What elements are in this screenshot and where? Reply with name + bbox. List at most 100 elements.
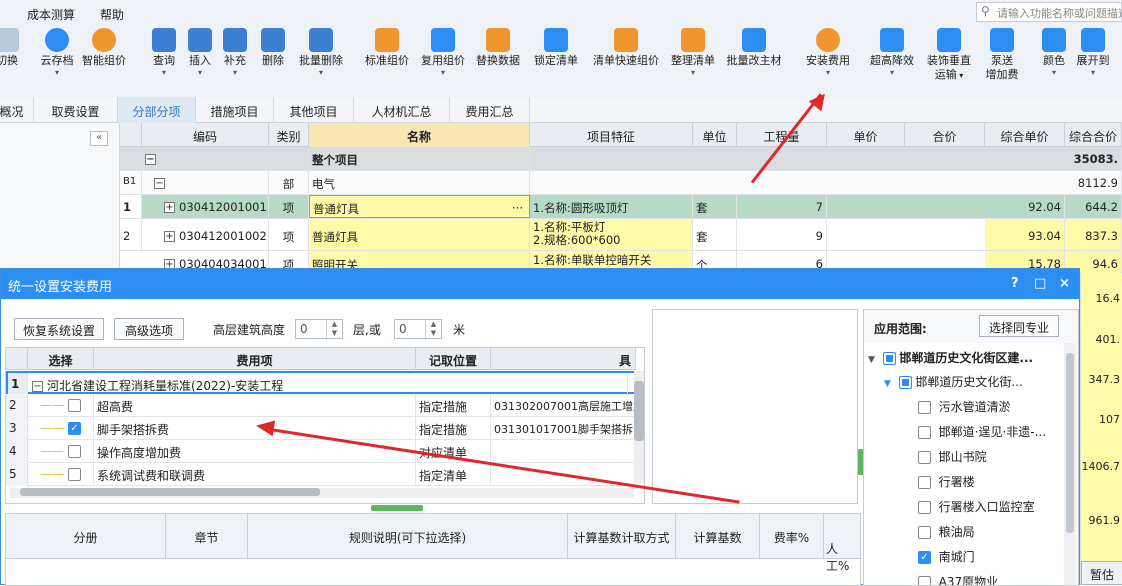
tree-checkbox[interactable] [918, 501, 931, 514]
organize-list-button[interactable]: 整理清单 ▾ [668, 28, 718, 77]
install-fee-button[interactable]: 安装费用 ▾ [802, 28, 854, 77]
expand-toggle[interactable]: + [164, 231, 175, 242]
cloud-save-button[interactable]: 云存档 ▾ [37, 28, 77, 77]
tree-node[interactable]: 邯郸道·逞见·非遗-... [918, 423, 1046, 440]
table-row[interactable]: B1 − 部 电气 8112.9 [120, 171, 1122, 195]
tree-node[interactable]: ▼ 邯郸道历史文化街区建... [868, 349, 1033, 366]
tree-node[interactable]: A37原物业 [918, 573, 998, 585]
advanced-options-button[interactable]: 高级选项 [114, 318, 184, 340]
replace-data-button[interactable]: 替换数据 [473, 28, 523, 68]
smart-pricing-button[interactable]: 智能组价 [80, 28, 128, 68]
tree-checkbox[interactable] [918, 476, 931, 489]
height-efficiency-button[interactable]: 超高降效 ▾ [866, 28, 918, 77]
fee-checkbox[interactable] [67, 468, 81, 481]
splitter-handle-horizontal[interactable] [371, 505, 423, 511]
table-row[interactable]: 1 +030412001001 项 普通灯具 ··· 1.名称:圆形吸顶灯 套 7… [120, 195, 1122, 219]
fee-checkbox[interactable] [67, 399, 81, 412]
switch-button[interactable]: 切换 [0, 28, 22, 68]
vertical-transport-button[interactable]: 装饰垂直 运输 ▾ [923, 28, 975, 83]
caret-down-icon[interactable]: ▼ [884, 379, 891, 389]
tab-overview[interactable]: 概况 [0, 97, 34, 123]
tree-checkbox[interactable] [918, 451, 931, 464]
col-position[interactable]: 记取位置 [416, 348, 491, 370]
col-composite-total[interactable]: 综合合价 [1065, 123, 1122, 147]
menu-cost-estimate[interactable]: 成本测算 [27, 6, 75, 23]
temp-estimate-button[interactable]: 暂估 [1081, 561, 1122, 585]
tree-node[interactable]: 行署楼 [918, 473, 975, 490]
col-type[interactable]: 类别 [269, 123, 309, 147]
collapse-toggle[interactable]: − [145, 154, 156, 165]
col-name[interactable]: 名称 [309, 123, 530, 147]
col-rate[interactable]: 费率% [760, 514, 824, 559]
tab-labor-material-summary[interactable]: 人材机汇总 [354, 97, 450, 123]
col-feature[interactable]: 项目特征 [530, 123, 693, 147]
search-input[interactable]: ⚲ 请输入功能名称或问题描述 [976, 2, 1122, 22]
fee-row[interactable]: 5 —— 系统调试费和联调费 指定清单 [6, 463, 636, 486]
help-icon[interactable]: ? [1011, 276, 1019, 291]
col-base[interactable]: 计算基数 [676, 514, 760, 559]
col-detail[interactable]: 具 [491, 348, 636, 370]
collapse-toggle[interactable]: − [154, 178, 165, 189]
col-unit[interactable]: 单位 [693, 123, 737, 147]
tree-node[interactable]: ✓ 南城门 [918, 548, 975, 565]
col-labor[interactable]: 人工% [824, 514, 860, 573]
select-same-major-button[interactable]: 选择同专业 [979, 315, 1059, 337]
standard-pricing-button[interactable]: 标准组价 [362, 28, 412, 68]
batch-main-material-button[interactable]: 批量改主材 [722, 28, 786, 68]
scope-scrollbar[interactable] [1064, 343, 1076, 585]
expand-toggle[interactable]: + [164, 202, 175, 213]
col-chapter[interactable]: 章节 [166, 514, 248, 559]
delete-button[interactable]: 删除 [260, 28, 286, 68]
lock-list-button[interactable]: 锁定清单 [531, 28, 581, 68]
tree-node[interactable]: 行署楼入口监控室 [918, 498, 1035, 515]
tree-node[interactable]: 邯山书院 [918, 448, 987, 465]
height-stepper[interactable]: ▲ ▼ [326, 320, 342, 340]
tree-checkbox[interactable] [918, 526, 931, 539]
col-unit-price[interactable]: 单价 [827, 123, 905, 147]
fee-checkbox-checked[interactable]: ✓ [67, 422, 81, 435]
tab-fee-settings[interactable]: 取费设置 [34, 97, 118, 123]
col-composite-price[interactable]: 综合单价 [985, 123, 1065, 147]
tree-checkbox[interactable] [918, 401, 931, 414]
caret-down-icon[interactable]: ▼ [868, 355, 875, 365]
table-row[interactable]: − 整个项目 35083. [120, 147, 1122, 171]
batch-delete-button[interactable]: 批量删除 ▾ [296, 28, 346, 77]
collapse-toggle[interactable]: − [32, 381, 43, 392]
meter-stepper[interactable]: ▲ ▼ [425, 320, 441, 340]
col-rule[interactable]: 规则说明(可下拉选择) [248, 514, 568, 559]
horizontal-scrollbar[interactable] [10, 488, 634, 498]
expand-to-button[interactable]: 展开到 ▾ [1073, 28, 1113, 77]
tab-other-items[interactable]: 其他项目 [274, 97, 354, 123]
col-volume[interactable]: 分册 [6, 514, 166, 559]
tree-checkbox-partial[interactable] [898, 376, 912, 389]
tab-measures[interactable]: 措施项目 [196, 97, 274, 123]
fee-checkbox[interactable] [67, 445, 81, 458]
fee-row[interactable]: 4 —— 操作高度增加费 对应清单 [6, 440, 636, 463]
table-row[interactable]: 2 +030412001002 项 普通灯具 1.名称:平板灯 2.规格:600*… [120, 219, 1122, 251]
query-button[interactable]: 查询 ▾ [151, 28, 177, 77]
tab-sub-items[interactable]: 分部分项 [118, 97, 196, 123]
maximize-icon[interactable]: □ [1034, 276, 1046, 291]
tree-checkbox-partial[interactable] [882, 352, 896, 365]
col-total[interactable]: 合价 [905, 123, 985, 147]
tree-checkbox[interactable] [918, 426, 931, 439]
vertical-scrollbar[interactable] [634, 371, 644, 483]
more-button[interactable]: ··· [512, 201, 523, 215]
col-select[interactable]: 选择 [28, 348, 94, 370]
reuse-pricing-button[interactable]: 复用组价 ▾ [418, 28, 468, 77]
menu-help[interactable]: 帮助 [100, 6, 124, 23]
insert-button[interactable]: 插入 ▾ [187, 28, 213, 77]
col-base-method[interactable]: 计算基数计取方式 [568, 514, 676, 559]
tree-checkbox-checked[interactable]: ✓ [918, 551, 931, 564]
fee-row-group[interactable]: 1 − 河北省建设工程消耗量标准(2022)-安装工程 [6, 371, 636, 396]
tree-node[interactable]: ▼ 邯郸道历史文化街... [884, 373, 1023, 390]
fee-row[interactable]: 2 —— 超高费 指定措施 031302007001高层施工增加 [6, 394, 636, 417]
col-fee-item[interactable]: 费用项 [94, 348, 416, 370]
col-code[interactable]: 编码 [142, 123, 269, 147]
tree-node[interactable]: 污水管道清淤 [918, 398, 1011, 415]
pump-fee-button[interactable]: 泵送 增加费 [980, 28, 1024, 82]
tree-node[interactable]: 粮油局 [918, 523, 975, 540]
restore-defaults-button[interactable]: 恢复系统设置 [14, 318, 104, 340]
quick-pricing-button[interactable]: 清单快速组价 [589, 28, 663, 68]
collapse-button[interactable]: « [90, 131, 108, 146]
